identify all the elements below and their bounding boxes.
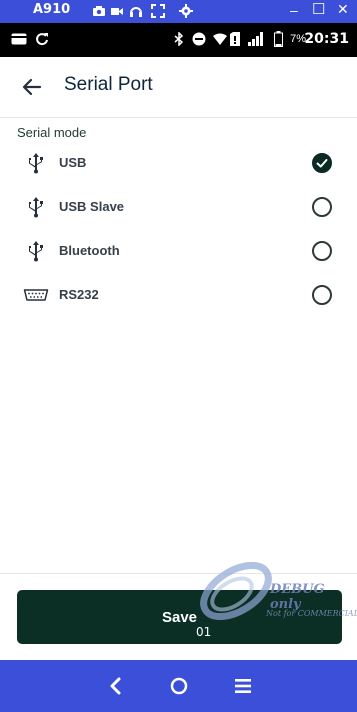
option-usb[interactable]: USB	[0, 141, 357, 185]
bluetooth-icon	[174, 32, 184, 46]
battery-icon	[274, 31, 283, 47]
signal-icon	[248, 32, 263, 46]
clock: 20:31	[304, 31, 349, 47]
option-label: USB Slave	[59, 199, 125, 214]
radio-unselected[interactable]	[312, 241, 332, 261]
sync-icon	[36, 33, 48, 46]
fullscreen-icon[interactable]	[151, 4, 165, 18]
check-icon	[316, 159, 328, 168]
window-title: A910	[33, 2, 71, 17]
page-title: Serial Port	[64, 74, 153, 95]
radio-selected[interactable]	[312, 153, 332, 173]
debug-watermark-logo	[200, 561, 272, 621]
wifi-icon	[213, 33, 227, 45]
back-arrow-icon[interactable]	[16, 71, 48, 103]
option-label: USB	[59, 155, 87, 170]
navigation-bar	[0, 660, 357, 712]
back-icon[interactable]	[104, 674, 128, 698]
menu-icon[interactable]	[231, 674, 255, 698]
section-label: Serial mode	[17, 125, 87, 140]
sim-missing-icon	[230, 32, 240, 46]
app-bar: Serial Port	[0, 57, 357, 118]
watermark-debug-text: DEBUG only	[270, 582, 325, 612]
close-button[interactable]: ✕	[337, 1, 349, 18]
do-not-disturb-icon	[192, 32, 206, 46]
headphones-icon[interactable]	[129, 4, 143, 18]
usb-icon	[29, 241, 43, 262]
watermark-note-text: Not for COMMERCIAL	[266, 609, 357, 618]
home-icon[interactable]	[167, 674, 191, 698]
serial-port-icon	[23, 289, 49, 301]
option-label: RS232	[59, 287, 99, 302]
radio-unselected[interactable]	[312, 285, 332, 305]
video-icon[interactable]	[110, 4, 124, 18]
minimize-button[interactable]: –	[290, 2, 298, 18]
option-label: Bluetooth	[59, 243, 120, 258]
option-usb-slave[interactable]: USB Slave	[0, 185, 357, 229]
camera-icon[interactable]	[92, 4, 106, 18]
overlay-number: 01	[196, 625, 212, 639]
status-bar: 7% 20:31	[0, 23, 357, 57]
maximize-button[interactable]: ☐	[312, 0, 325, 18]
settings-gear-icon[interactable]	[179, 4, 193, 18]
card-icon	[11, 33, 27, 45]
emulator-title-bar: A910 – ☐ ✕	[0, 0, 357, 23]
radio-unselected[interactable]	[312, 197, 332, 217]
option-rs232[interactable]: RS232	[0, 273, 357, 317]
divider	[0, 573, 357, 574]
usb-icon	[29, 153, 43, 174]
option-bluetooth[interactable]: Bluetooth	[0, 229, 357, 273]
usb-icon	[29, 197, 43, 218]
